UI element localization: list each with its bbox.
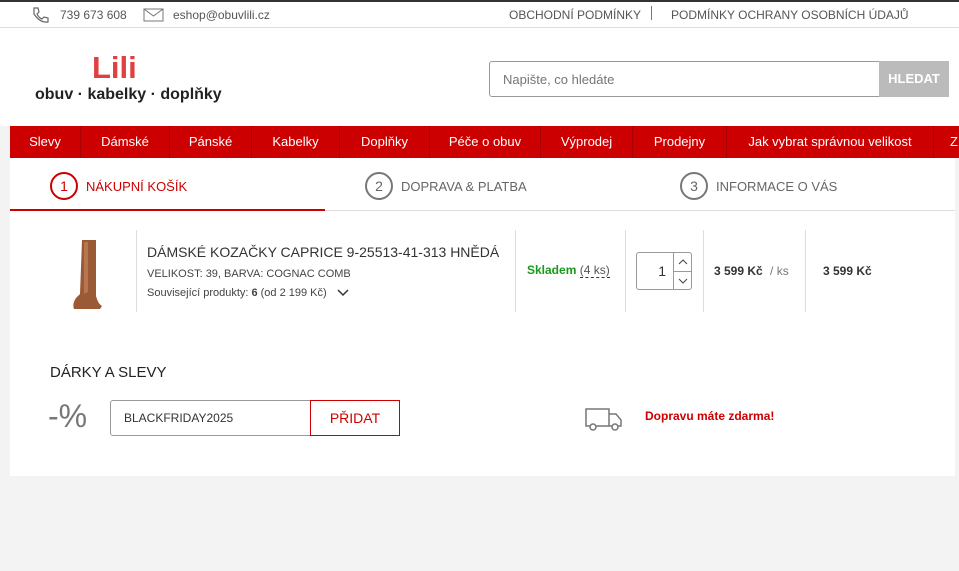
decrease-button[interactable] [674, 272, 691, 289]
nav-damske[interactable]: Dámské [81, 126, 170, 158]
phone-icon [33, 7, 49, 23]
search-button[interactable]: HLEDAT [879, 61, 949, 97]
nav-kabelky[interactable]: Kabelky [252, 126, 340, 158]
quantity-value[interactable]: 1 [637, 253, 673, 289]
step-number: 3 [680, 172, 708, 200]
chevron-down-icon[interactable] [336, 288, 350, 298]
logo[interactable]: Lili [92, 50, 137, 86]
step-label: NÁKUPNÍ KOŠÍK [86, 178, 188, 194]
active-step-bar [10, 209, 325, 211]
coupon-input[interactable] [110, 400, 311, 436]
unit-price: 3 599 Kč / ks [714, 264, 789, 278]
phone-number[interactable]: 739 673 608 [60, 8, 127, 22]
chevron-down-icon [678, 278, 687, 284]
product-variant: VELIKOST: 39, BARVA: COGNAC COMB [147, 268, 351, 280]
email-link[interactable]: eshop@obuvlili.cz [173, 8, 270, 22]
divider [136, 230, 137, 312]
nav-doplnky[interactable]: Doplňky [340, 126, 430, 158]
step-info[interactable]: 3 INFORMACE O VÁS [680, 172, 837, 200]
gifts-title: DÁRKY A SLEVY [50, 364, 167, 381]
divider [703, 230, 704, 312]
product-image[interactable] [70, 238, 106, 310]
step-number: 1 [50, 172, 78, 200]
privacy-link[interactable]: PODMÍNKY OCHRANY OSOBNÍCH ÚDAJŮ [671, 8, 909, 22]
stock-label: Skladem [527, 263, 577, 277]
quantity-stepper[interactable]: 1 [636, 252, 692, 290]
search-input[interactable] [489, 61, 880, 97]
add-coupon-button[interactable]: PŘIDAT [310, 400, 400, 436]
unit-label: / ks [770, 264, 789, 278]
total-price: 3 599 Kč [823, 264, 872, 278]
nav-panske[interactable]: Pánské [170, 126, 252, 158]
related-label: Související produkty: [147, 287, 249, 299]
nav-slevy[interactable]: Slevy [10, 126, 81, 158]
nav-more[interactable]: Z [934, 126, 959, 158]
divider [805, 230, 806, 312]
chevron-up-icon [678, 259, 687, 265]
step-shipping[interactable]: 2 DOPRAVA & PLATBA [365, 172, 527, 200]
divider [651, 6, 652, 20]
step-number: 2 [365, 172, 393, 200]
related-count: 6 [251, 287, 258, 299]
logo-tagline: obuv · kabelky · doplňky [35, 86, 222, 103]
percent-icon: -% [48, 398, 88, 434]
divider [625, 230, 626, 312]
nav-prodejny[interactable]: Prodejny [633, 126, 727, 158]
step-cart[interactable]: 1 NÁKUPNÍ KOŠÍK [50, 172, 187, 200]
stock-status: Skladem (4 ks) [527, 263, 610, 278]
unit-price-value: 3 599 Kč [714, 264, 763, 278]
nav-pece-o-obuv[interactable]: Péče o obuv [430, 126, 541, 158]
mail-icon [143, 8, 164, 22]
related-products[interactable]: Související produkty: 6 (od 2 199 Kč) [147, 287, 350, 299]
terms-link[interactable]: OBCHODNÍ PODMÍNKY [509, 8, 641, 22]
divider [515, 230, 516, 312]
increase-button[interactable] [674, 253, 691, 272]
stock-qty[interactable]: (4 ks) [579, 263, 610, 278]
main-nav: Slevy Dámské Pánské Kabelky Doplňky Péče… [10, 126, 959, 158]
header: Lili obuv · kabelky · doplňky HLEDAT [0, 28, 959, 126]
free-shipping-text: Dopravu máte zdarma! [645, 409, 775, 423]
related-from: (od 2 199 Kč) [260, 287, 327, 299]
step-label: INFORMACE O VÁS [716, 178, 838, 194]
cart-panel: 1 NÁKUPNÍ KOŠÍK 2 DOPRAVA & PLATBA 3 INFORM… [10, 158, 955, 476]
top-bar: 739 673 608 eshop@obuvlili.cz OBCHODNÍ P… [0, 0, 959, 28]
nav-vyprodej[interactable]: Výprodej [541, 126, 633, 158]
nav-velikost[interactable]: Jak vybrat správnou velikost [727, 126, 934, 158]
truck-icon [585, 408, 622, 431]
product-name[interactable]: DÁMSKÉ KOZAČKY CAPRICE 9-25513-41-313 HN… [147, 244, 499, 260]
step-label: DOPRAVA & PLATBA [401, 178, 527, 194]
